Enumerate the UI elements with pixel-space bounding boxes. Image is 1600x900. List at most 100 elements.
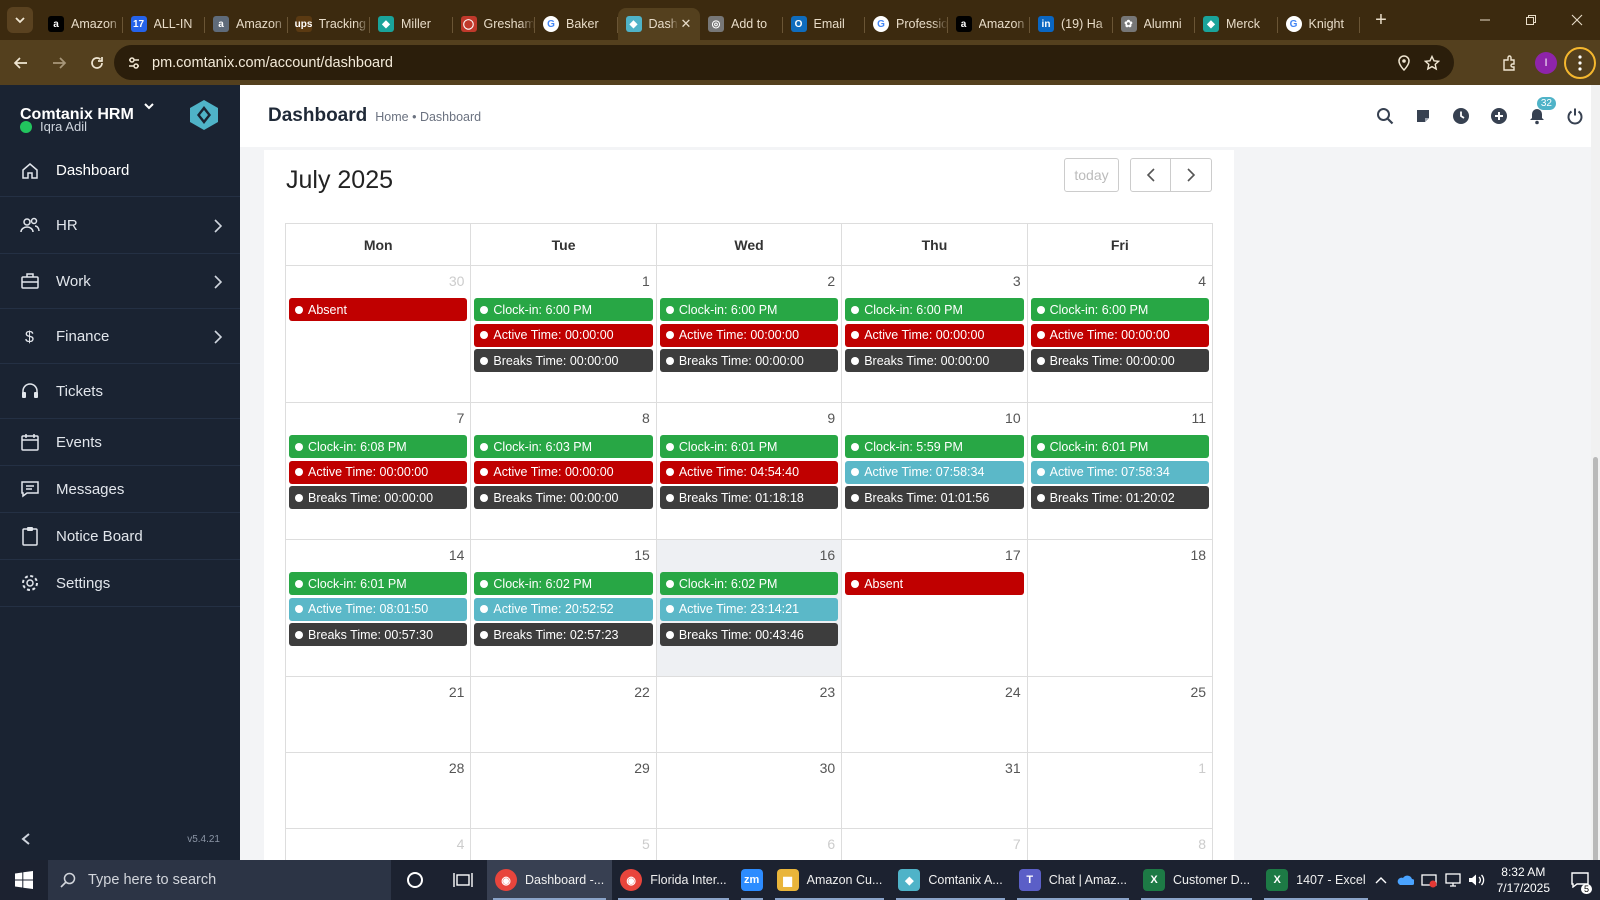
minimize-button[interactable] (1462, 0, 1508, 40)
address-bar[interactable]: pm.comtanix.com/account/dashboard (114, 45, 1454, 80)
calendar-event[interactable]: Clock-in: 6:00 PM (845, 298, 1024, 321)
day-number[interactable]: 7 (1013, 836, 1021, 852)
calendar-day-cell[interactable]: 10 Clock-in: 5:59 PM Active Time: 07:58:34… (842, 403, 1028, 540)
close-window-button[interactable] (1554, 0, 1600, 40)
calendar-day-cell[interactable]: 4 Clock-in: 6:00 PM Active Time: 00:00:00 B… (1027, 266, 1214, 403)
taskbar-app[interactable]: X Customer D... (1135, 860, 1258, 900)
calendar-day-cell[interactable]: 30 (656, 753, 843, 829)
power-icon[interactable] (1562, 103, 1588, 129)
day-number[interactable]: 14 (449, 547, 465, 563)
calendar-day-cell[interactable]: 31 (842, 753, 1028, 829)
calendar-event[interactable]: Breaks Time: 00:00:00 (289, 486, 468, 509)
day-number[interactable]: 22 (634, 684, 650, 700)
action-center-icon[interactable]: 5 (1560, 860, 1600, 900)
browser-tab[interactable]: G Baker (535, 8, 618, 40)
day-number[interactable]: 15 (634, 547, 650, 563)
calendar-day-cell[interactable]: 18 (1027, 540, 1214, 677)
calendar-event[interactable]: Active Time: 04:54:40 (659, 460, 839, 484)
onedrive-icon[interactable] (1394, 874, 1416, 886)
forward-button[interactable] (42, 46, 76, 80)
calendar-event[interactable]: Active Time: 23:14:21 (659, 597, 839, 621)
calendar-day-cell[interactable]: 5 (471, 829, 657, 860)
task-view-icon[interactable] (439, 860, 487, 900)
browser-tab[interactable]: ◆ Merck (1195, 8, 1278, 40)
calendar-day-cell[interactable]: 1 Clock-in: 6:00 PM Active Time: 00:00:00 B… (471, 266, 657, 403)
chevron-down-icon[interactable] (142, 99, 156, 113)
browser-tab[interactable]: a Amazon (205, 8, 288, 40)
browser-tab[interactable]: a Amazon (40, 8, 123, 40)
calendar-event[interactable]: Breaks Time: 00:57:30 (289, 623, 468, 646)
day-number[interactable]: 7 (457, 410, 465, 426)
day-number[interactable]: 29 (634, 760, 650, 776)
calendar-event[interactable]: Breaks Time: 02:57:23 (474, 623, 653, 646)
sidebar-item-messages[interactable]: Messages (0, 466, 240, 513)
sidebar-item-hr[interactable]: HR (0, 197, 240, 254)
browser-tab[interactable]: in (19) Ha (1030, 8, 1113, 40)
day-number[interactable]: 31 (1005, 760, 1021, 776)
day-number[interactable]: 23 (820, 684, 836, 700)
calendar-event[interactable]: Breaks Time: 00:00:00 (1030, 349, 1210, 372)
breadcrumb-home[interactable]: Home (375, 110, 408, 124)
calendar-event[interactable]: Clock-in: 6:00 PM (1030, 298, 1210, 321)
calendar-day-cell[interactable]: 2 Clock-in: 6:00 PM Active Time: 00:00:00 B… (656, 266, 843, 403)
day-number[interactable]: 28 (449, 760, 465, 776)
day-number[interactable]: 3 (1013, 273, 1021, 289)
browser-tab[interactable]: O Email (783, 8, 866, 40)
browser-tab[interactable]: G Knight (1278, 8, 1361, 40)
browser-tab[interactable]: ◆ Miller (370, 8, 453, 40)
calendar-day-cell[interactable]: 25 (1027, 677, 1214, 753)
day-number[interactable]: 4 (1198, 273, 1206, 289)
calendar-event[interactable]: Active Time: 00:00:00 (845, 323, 1024, 347)
day-number[interactable]: 1 (1198, 760, 1206, 776)
day-number[interactable]: 11 (1191, 410, 1206, 426)
prev-month-button[interactable] (1130, 158, 1171, 192)
add-circle-icon[interactable] (1486, 103, 1512, 129)
reload-button[interactable] (80, 46, 114, 80)
collapse-sidebar-icon[interactable] (20, 832, 32, 846)
calendar-event[interactable]: Active Time: 07:58:34 (845, 460, 1024, 484)
browser-tab[interactable]: ◆ Dashboard✕ (617, 8, 700, 40)
calendar-event[interactable]: Absent (289, 298, 468, 321)
day-number[interactable]: 30 (449, 273, 465, 289)
calendar-day-cell[interactable]: 17 Absent (842, 540, 1028, 677)
calendar-event[interactable]: Breaks Time: 00:00:00 (845, 349, 1024, 372)
sticky-note-icon[interactable] (1410, 103, 1436, 129)
calendar-day-cell[interactable]: 21 (286, 677, 472, 753)
calendar-day-cell[interactable]: 30 Absent (286, 266, 472, 403)
back-button[interactable] (4, 46, 38, 80)
calendar-day-cell[interactable]: 8 Clock-in: 6:03 PM Active Time: 00:00:00 B… (471, 403, 657, 540)
browser-tab[interactable]: 17 ALL-IN (123, 8, 206, 40)
browser-tab[interactable]: G Professional (865, 8, 948, 40)
search-icon[interactable] (1372, 103, 1398, 129)
calendar-event[interactable]: Active Time: 07:58:34 (1030, 460, 1210, 484)
browser-tab[interactable]: ups Tracking (288, 8, 371, 40)
clock-icon[interactable] (1448, 103, 1474, 129)
sidebar-item-tickets[interactable]: Tickets (0, 364, 240, 419)
calendar-event[interactable]: Clock-in: 6:01 PM (659, 435, 839, 458)
day-number[interactable]: 30 (820, 760, 836, 776)
scrollbar-thumb[interactable] (1593, 457, 1598, 865)
url-text[interactable]: pm.comtanix.com/account/dashboard (152, 55, 393, 71)
calendar-day-cell[interactable]: 15 Clock-in: 6:02 PM Active Time: 20:52:52… (471, 540, 657, 677)
calendar-day-cell[interactable]: 29 (471, 753, 657, 829)
taskbar-app[interactable]: T Chat | Amaz... (1011, 860, 1135, 900)
calendar-day-cell[interactable]: 3 Clock-in: 6:00 PM Active Time: 00:00:00 B… (842, 266, 1028, 403)
calendar-event[interactable]: Clock-in: 6:02 PM (659, 572, 839, 595)
day-number[interactable]: 9 (827, 410, 835, 426)
taskbar-clock[interactable]: 8:32 AM 7/17/2025 (1497, 864, 1550, 896)
calendar-event[interactable]: Breaks Time: 00:00:00 (474, 349, 653, 372)
bookmark-star-icon[interactable] (1424, 54, 1440, 71)
browser-tab[interactable]: ✿ Alumni (1113, 8, 1196, 40)
calendar-day-cell[interactable]: 14 Clock-in: 6:01 PM Active Time: 08:01:50… (286, 540, 472, 677)
volume-icon[interactable] (1466, 873, 1488, 887)
taskbar-app[interactable]: ◉ Dashboard -... (487, 860, 613, 900)
calendar-day-cell[interactable]: 23 (656, 677, 843, 753)
profile-avatar[interactable]: I (1528, 45, 1564, 81)
calendar-day-cell[interactable]: 24 (842, 677, 1028, 753)
day-number[interactable]: 4 (457, 836, 465, 852)
taskbar-app[interactable]: zm (735, 860, 769, 900)
extensions-icon[interactable] (1492, 45, 1528, 81)
day-number[interactable]: 21 (449, 684, 465, 700)
day-number[interactable]: 24 (1005, 684, 1021, 700)
calendar-event[interactable]: Clock-in: 6:01 PM (1030, 435, 1210, 458)
